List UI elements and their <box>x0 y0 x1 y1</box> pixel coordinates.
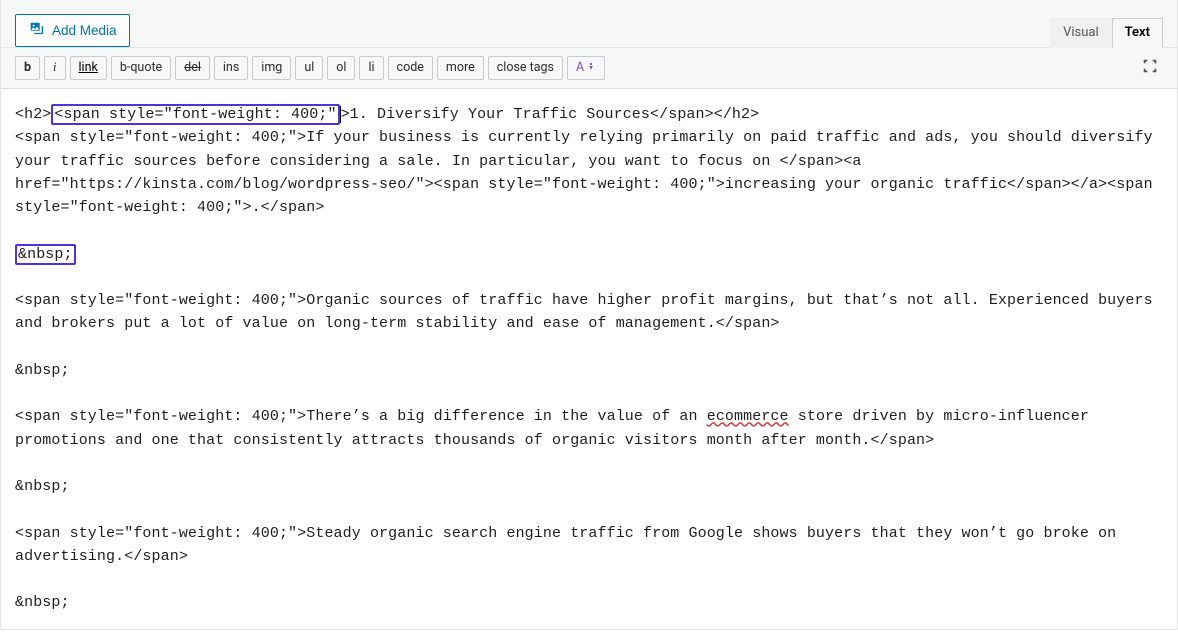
qt-li-button[interactable]: li <box>359 56 383 80</box>
editor-wrapper: Add Media Visual Text b i link b-quote d… <box>0 0 1178 630</box>
qt-del-button[interactable]: del <box>175 56 210 80</box>
add-media-button[interactable]: Add Media <box>15 14 130 47</box>
tab-visual[interactable]: Visual <box>1050 18 1112 48</box>
add-media-label: Add Media <box>52 23 117 38</box>
fullscreen-icon <box>1141 59 1159 79</box>
code-line: <h2> <box>15 106 51 123</box>
highlighted-nbsp: &nbsp; <box>15 244 76 265</box>
qt-bold-button[interactable]: b <box>15 56 40 80</box>
spellcheck-word: ecommerce <box>707 408 789 425</box>
qt-ol-button[interactable]: ol <box>327 56 355 80</box>
media-icon <box>28 20 46 41</box>
code-text: <span style="font-weight: 400;">If your … <box>15 129 1162 216</box>
code-text: &nbsp; <box>15 594 70 611</box>
quicktags-toolbar: b i link b-quote del ins img ul ol li co… <box>1 48 1177 89</box>
editor-top-row: Add Media Visual Text <box>1 0 1177 48</box>
highlighted-code-text: <span style="font-weight: 400;" <box>54 106 336 123</box>
html-editor-textarea[interactable]: <h2><span style="font-weight: 400;" >1. D… <box>1 89 1177 629</box>
fullscreen-toggle-button[interactable] <box>1137 55 1163 80</box>
a11y-label: A <box>576 60 584 75</box>
qt-more-button[interactable]: more <box>437 56 484 80</box>
code-text: <span style="font-weight: 400;">There’s … <box>15 408 707 425</box>
qt-img-button[interactable]: img <box>252 56 291 80</box>
qt-ul-button[interactable]: ul <box>295 56 323 80</box>
qt-blockquote-button[interactable]: b-quote <box>111 56 171 80</box>
highlighted-code-text: &nbsp; <box>18 246 73 263</box>
quicktags-buttons: b i link b-quote del ins img ul ol li co… <box>15 56 605 80</box>
qt-code-button[interactable]: code <box>388 56 433 80</box>
code-text: <span style="font-weight: 400;">Organic … <box>15 292 1162 332</box>
qt-italic-button[interactable]: i <box>44 56 65 80</box>
code-text: <span style="font-weight: 400;">Steady o… <box>15 525 1125 565</box>
tab-text[interactable]: Text <box>1112 18 1163 48</box>
a11y-icon <box>586 62 596 72</box>
qt-ins-button[interactable]: ins <box>214 56 248 80</box>
editor-tabs: Visual Text <box>1050 18 1163 48</box>
code-text: &nbsp; <box>15 478 70 495</box>
qt-link-button[interactable]: link <box>70 56 107 80</box>
qt-accessibility-button[interactable]: A <box>567 56 605 80</box>
code-text: >1. Diversify Your Traffic Sources</span… <box>341 106 760 123</box>
qt-close-tags-button[interactable]: close tags <box>488 56 563 80</box>
highlighted-span-tag: <span style="font-weight: 400;" <box>51 104 339 125</box>
code-text: &nbsp; <box>15 362 70 379</box>
